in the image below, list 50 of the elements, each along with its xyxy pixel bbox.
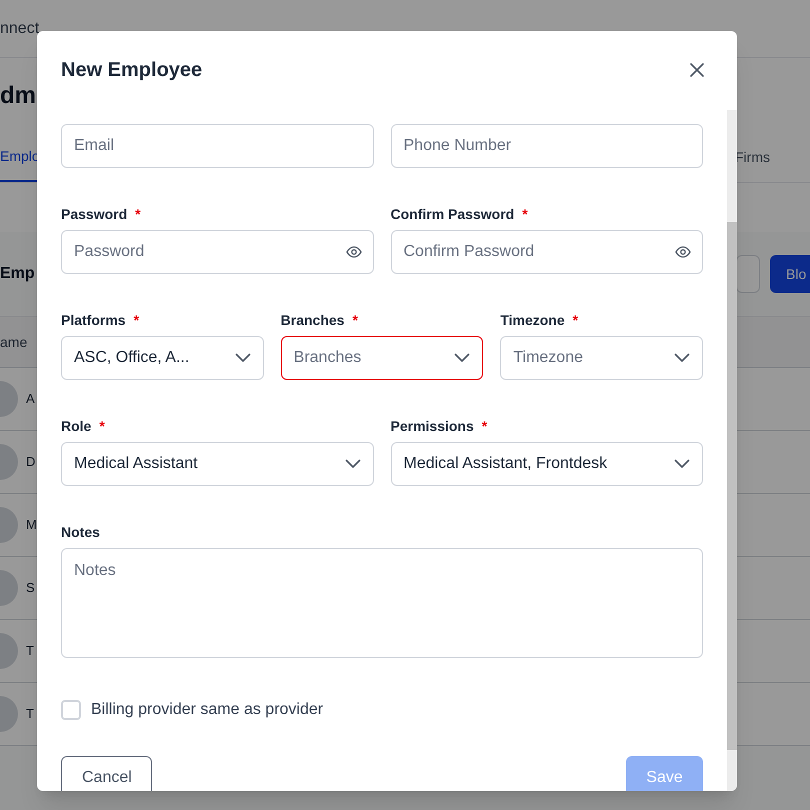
eye-icon[interactable] <box>675 244 691 260</box>
required-mark: * <box>352 310 358 330</box>
close-icon[interactable] <box>689 62 705 78</box>
checkbox-label: Billing provider same as provider <box>91 700 324 720</box>
field-label: Password <box>61 204 128 224</box>
field-label: Notes <box>61 522 100 542</box>
table-cell-text: T <box>26 642 34 660</box>
select-field[interactable]: Timezone <box>500 336 703 380</box>
input-field[interactable]: Phone Number <box>390 124 703 168</box>
checkbox[interactable] <box>61 700 81 720</box>
cancel-button[interactable]: Cancel <box>61 756 152 791</box>
required-mark: * <box>572 310 578 330</box>
required-mark: * <box>99 416 105 436</box>
select-field[interactable]: Medical Assistant, Frontdesk <box>390 442 703 486</box>
table-cell-text: M <box>26 516 37 534</box>
select-field[interactable]: Branches <box>280 336 484 380</box>
chevron-down-icon <box>674 353 690 363</box>
required-mark: * <box>134 310 140 330</box>
field-label: Branches <box>280 310 344 330</box>
field-label: Permissions <box>390 416 474 436</box>
app-name: nnect <box>0 18 40 38</box>
required-mark: * <box>482 416 488 436</box>
eye-icon[interactable] <box>346 244 362 260</box>
section-title: Emp <box>0 264 35 284</box>
notes-field[interactable]: Notes <box>61 548 703 658</box>
search-field[interactable] <box>736 255 760 293</box>
chevron-down-icon <box>454 353 470 363</box>
column-header: ame <box>0 332 28 352</box>
select-field[interactable]: Medical Assistant <box>61 442 374 486</box>
field-label: Timezone <box>500 310 565 330</box>
required-mark: * <box>135 204 141 224</box>
table-cell-text: S <box>26 579 35 598</box>
password-field[interactable]: Password <box>61 230 374 274</box>
chevron-down-icon <box>234 353 251 363</box>
select-field[interactable]: ASC, Office, A... <box>61 336 264 380</box>
table-cell-text: T <box>26 705 34 724</box>
field-label: Confirm Password <box>390 204 514 224</box>
required-mark: * <box>522 204 528 224</box>
field-label: Platforms <box>61 310 126 330</box>
block-button[interactable]: Blo <box>770 255 810 293</box>
field-label: Role <box>61 416 92 436</box>
chevron-down-icon <box>344 459 360 469</box>
password-field[interactable]: Confirm Password <box>390 230 703 274</box>
scrollbar[interactable] <box>727 110 737 791</box>
chevron-down-icon <box>674 459 690 469</box>
table-cell-text: D <box>26 453 36 472</box>
input-field[interactable]: Email <box>61 124 374 168</box>
dialog-title: New Employee <box>61 58 202 83</box>
page-heading: dm <box>0 80 36 110</box>
table-cell-text: A <box>26 390 35 408</box>
